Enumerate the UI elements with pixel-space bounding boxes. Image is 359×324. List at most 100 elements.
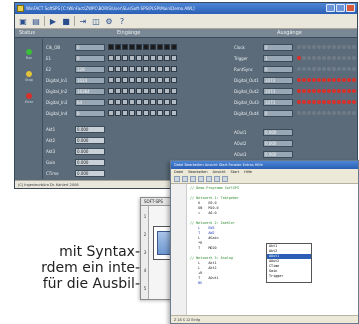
main-titlebar[interactable]: WinFACT SoftSPS [C:\WinFact\ZWPC\BORIS\U… bbox=[15, 3, 357, 14]
cut-icon[interactable] bbox=[198, 176, 204, 182]
analog-value-field[interactable]: 0.000 bbox=[75, 159, 105, 166]
bit-toggle[interactable] bbox=[122, 55, 128, 61]
help-icon[interactable]: ? bbox=[117, 16, 127, 26]
compile-icon[interactable] bbox=[222, 176, 228, 182]
bit-toggle[interactable] bbox=[157, 99, 163, 105]
bit-toggle[interactable] bbox=[108, 66, 114, 72]
bit-toggle[interactable] bbox=[108, 110, 114, 116]
bit-toggle[interactable] bbox=[122, 66, 128, 72]
bit-toggle[interactable] bbox=[115, 99, 121, 105]
bit-toggle[interactable] bbox=[164, 55, 170, 61]
stop-icon[interactable]: ■ bbox=[61, 16, 71, 26]
bit-toggle[interactable] bbox=[136, 44, 142, 50]
step-icon[interactable]: ⇥ bbox=[78, 16, 88, 26]
autocomplete-list[interactable]: Akt1 Akt2 AOut1 AOut2 CTime Gain Trigger bbox=[266, 243, 312, 283]
bit-toggle[interactable] bbox=[115, 77, 121, 83]
bit-toggle[interactable] bbox=[143, 44, 149, 50]
editor-menu-item[interactable]: Start bbox=[231, 169, 240, 175]
monitor-icon[interactable]: ◫ bbox=[91, 16, 101, 26]
bit-toggle[interactable] bbox=[129, 99, 135, 105]
bit-toggle[interactable] bbox=[115, 55, 121, 61]
bit-toggle[interactable] bbox=[164, 110, 170, 116]
bit-toggle[interactable] bbox=[122, 77, 128, 83]
open-icon[interactable]: ▣ bbox=[18, 16, 28, 26]
bit-toggle[interactable] bbox=[164, 77, 170, 83]
bit-toggle[interactable] bbox=[115, 110, 121, 116]
bit-toggle[interactable] bbox=[157, 88, 163, 94]
bit-toggle[interactable] bbox=[150, 99, 156, 105]
bit-toggle[interactable] bbox=[171, 99, 177, 105]
bit-toggle[interactable] bbox=[108, 44, 114, 50]
bit-toggle[interactable] bbox=[157, 77, 163, 83]
analog-value-field[interactable]: 0.000 bbox=[75, 126, 105, 133]
analog-value-field[interactable]: 0.000 bbox=[75, 148, 105, 155]
editor-menu-item[interactable]: Hilfe bbox=[244, 169, 252, 175]
bit-toggle[interactable] bbox=[157, 66, 163, 72]
minimize-button[interactable] bbox=[326, 4, 335, 12]
bit-toggle[interactable] bbox=[136, 110, 142, 116]
bit-toggle[interactable] bbox=[115, 44, 121, 50]
signal-value[interactable]: 128 bbox=[75, 66, 105, 73]
bit-toggle[interactable] bbox=[143, 88, 149, 94]
bit-toggle[interactable] bbox=[136, 77, 142, 83]
bit-toggle[interactable] bbox=[164, 88, 170, 94]
bit-toggle[interactable] bbox=[150, 55, 156, 61]
bit-toggle[interactable] bbox=[129, 55, 135, 61]
maximize-button[interactable] bbox=[336, 4, 345, 12]
analog-value-field[interactable]: 0.000 bbox=[75, 137, 105, 144]
editor-titlebar[interactable]: Datei Bearbeiten Ansicht Start Fenster E… bbox=[171, 161, 358, 169]
bit-toggle[interactable] bbox=[122, 44, 128, 50]
bit-toggle[interactable] bbox=[129, 110, 135, 116]
bit-toggle[interactable] bbox=[143, 99, 149, 105]
editor-menu-item[interactable]: Ansicht bbox=[213, 169, 226, 175]
settings-icon[interactable]: ⚙ bbox=[104, 16, 114, 26]
bit-toggle[interactable] bbox=[129, 66, 135, 72]
bit-toggle[interactable] bbox=[115, 66, 121, 72]
autocomplete-item[interactable]: Trigger bbox=[267, 274, 311, 279]
bit-toggle[interactable] bbox=[136, 66, 142, 72]
bit-toggle[interactable] bbox=[143, 66, 149, 72]
bit-toggle[interactable] bbox=[164, 44, 170, 50]
bit-toggle[interactable] bbox=[136, 88, 142, 94]
save-file-icon[interactable] bbox=[190, 176, 196, 182]
bit-toggle[interactable] bbox=[171, 110, 177, 116]
bit-toggle[interactable] bbox=[164, 99, 170, 105]
bit-toggle[interactable] bbox=[157, 110, 163, 116]
bit-toggle[interactable] bbox=[108, 55, 114, 61]
bit-toggle[interactable] bbox=[122, 99, 128, 105]
bit-toggle[interactable] bbox=[129, 77, 135, 83]
bit-toggle[interactable] bbox=[150, 77, 156, 83]
close-button[interactable] bbox=[346, 4, 355, 12]
bit-toggle[interactable] bbox=[150, 88, 156, 94]
analog-value-field[interactable]: 0.000 bbox=[75, 170, 105, 177]
bit-toggle[interactable] bbox=[171, 55, 177, 61]
bit-toggle[interactable] bbox=[115, 88, 121, 94]
bit-toggle[interactable] bbox=[150, 110, 156, 116]
run-icon[interactable]: ▶ bbox=[48, 16, 58, 26]
bit-toggle[interactable] bbox=[122, 88, 128, 94]
bit-toggle[interactable] bbox=[129, 88, 135, 94]
bit-toggle[interactable] bbox=[136, 99, 142, 105]
bit-toggle[interactable] bbox=[150, 66, 156, 72]
open-file-icon[interactable] bbox=[182, 176, 188, 182]
bit-toggle[interactable] bbox=[171, 44, 177, 50]
bit-toggle[interactable] bbox=[150, 44, 156, 50]
bit-toggle[interactable] bbox=[157, 44, 163, 50]
signal-value[interactable]: 64 bbox=[75, 99, 105, 106]
copy-icon[interactable] bbox=[206, 176, 212, 182]
bit-toggle[interactable] bbox=[157, 55, 163, 61]
bit-toggle[interactable] bbox=[143, 55, 149, 61]
bit-toggle[interactable] bbox=[143, 77, 149, 83]
signal-value[interactable]: 0 bbox=[75, 44, 105, 51]
bit-toggle[interactable] bbox=[108, 77, 114, 83]
bit-toggle[interactable] bbox=[164, 66, 170, 72]
bit-toggle[interactable] bbox=[143, 110, 149, 116]
editor-menu-item[interactable]: Datei bbox=[174, 169, 183, 175]
signal-value[interactable]: 0 bbox=[75, 55, 105, 62]
bit-toggle[interactable] bbox=[122, 110, 128, 116]
signal-value[interactable]: 16384 bbox=[75, 88, 105, 95]
bit-toggle[interactable] bbox=[171, 77, 177, 83]
save-icon[interactable]: ▤ bbox=[31, 16, 41, 26]
bit-toggle[interactable] bbox=[129, 44, 135, 50]
bit-toggle[interactable] bbox=[171, 88, 177, 94]
